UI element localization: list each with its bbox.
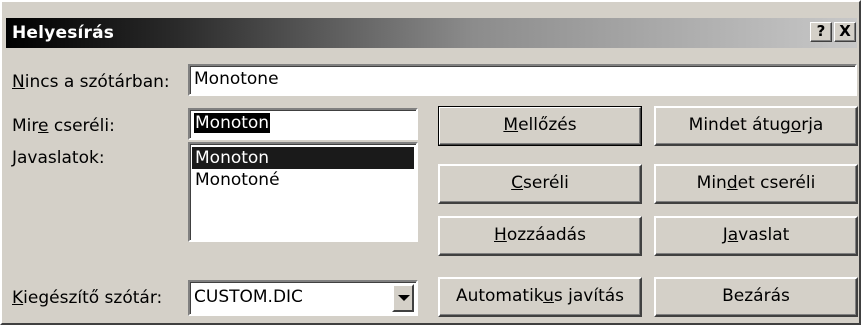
not-in-dictionary-label: Nincs a szótárban:: [12, 72, 170, 92]
suggestions-listbox[interactable]: Monoton Monotoné: [188, 142, 418, 242]
close-button[interactable]: X: [834, 22, 856, 42]
chevron-down-icon: [398, 295, 410, 301]
custom-dictionary-combobox[interactable]: CUSTOM.DIC: [188, 280, 418, 316]
change-all-button[interactable]: Mindet cseréli: [654, 164, 858, 204]
close-dialog-button[interactable]: Bezárás: [654, 277, 858, 317]
dialog-title: Helyesírás: [12, 23, 115, 43]
change-button[interactable]: Cseréli: [438, 164, 642, 204]
suggestion-item[interactable]: Monoton: [192, 147, 414, 169]
add-button[interactable]: Hozzáadás: [438, 216, 642, 256]
ignore-button[interactable]: Mellőzés: [438, 106, 642, 146]
not-in-dictionary-field[interactable]: Monotone: [188, 64, 857, 96]
autocorrect-button[interactable]: Automatikus javítás: [438, 277, 642, 317]
title-bar[interactable]: Helyesírás ? X: [6, 18, 857, 48]
help-button[interactable]: ?: [810, 22, 832, 42]
change-to-value: Monoton: [194, 113, 271, 133]
suggestion-item[interactable]: Monotoné: [192, 169, 414, 191]
spelling-dialog: Helyesírás ? X Nincs a szótárban: Monoto…: [0, 0, 861, 325]
change-to-label: Mire cseréli:: [12, 116, 115, 136]
change-to-input[interactable]: Monoton: [188, 108, 418, 140]
combobox-dropdown-button[interactable]: [392, 284, 414, 312]
suggest-button[interactable]: Javaslat: [654, 216, 858, 256]
custom-dictionary-label: Kiegészítő szótár:: [12, 288, 163, 308]
ignore-all-button[interactable]: Mindet átugorja: [654, 106, 858, 146]
suggestions-label: Javaslatok:: [12, 148, 105, 168]
